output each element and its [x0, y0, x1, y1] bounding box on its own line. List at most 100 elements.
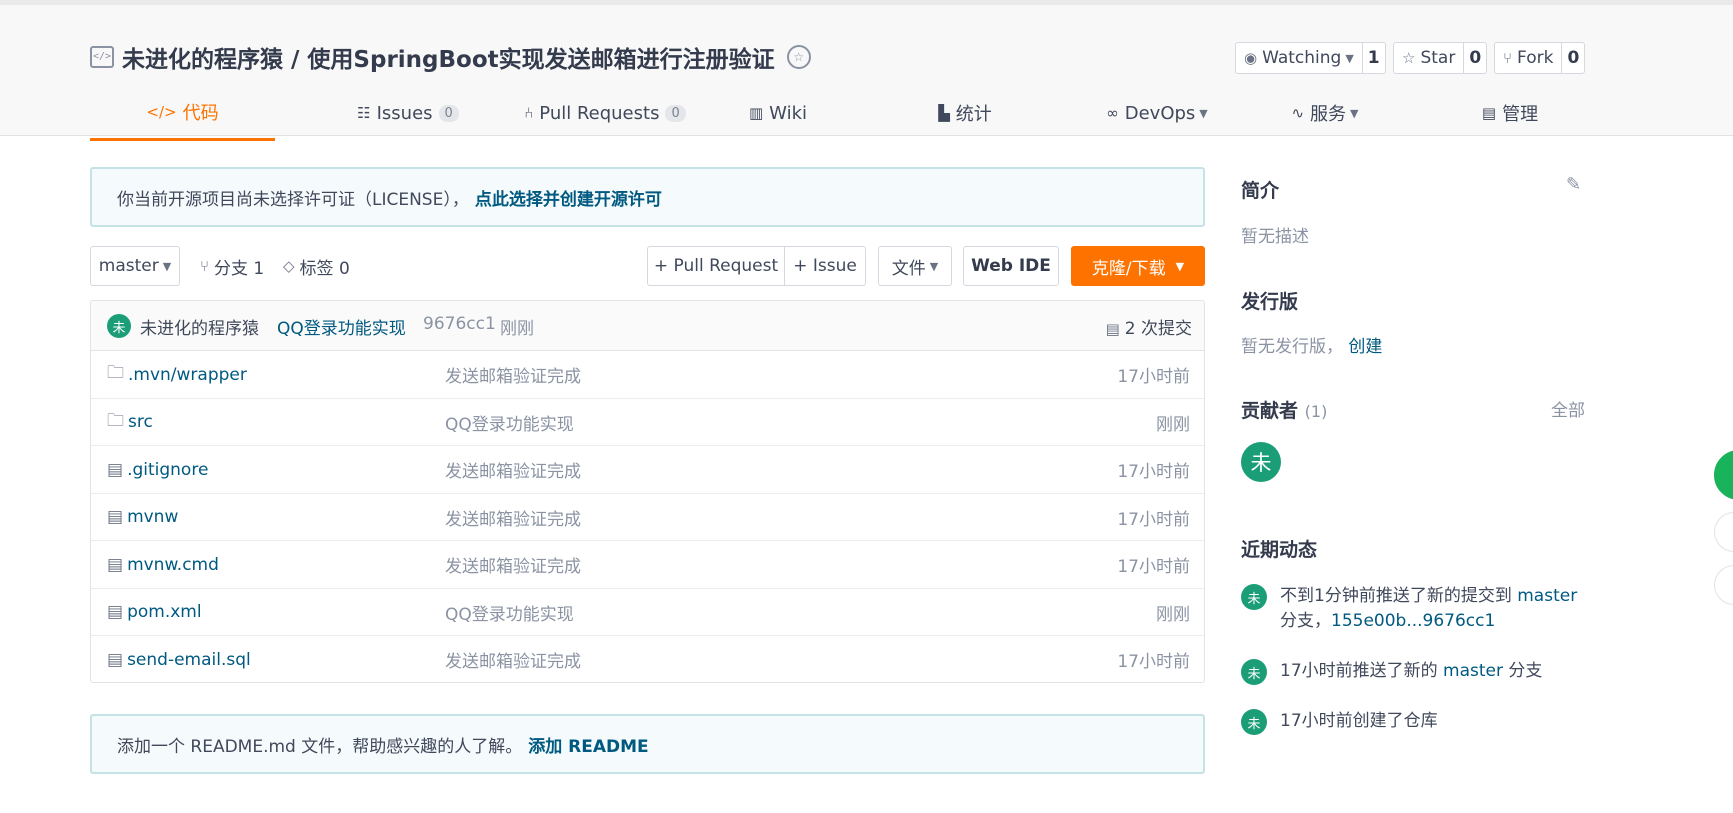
star-button[interactable]: ☆ Star: [1394, 43, 1463, 73]
chevron-down-icon: ▼: [162, 259, 172, 273]
activity-item: 未 17小时前创建了仓库: [1241, 709, 1438, 735]
activity-item: 未 不到1分钟前推送了新的提交到 master 分支，155e00b...967…: [1241, 584, 1577, 634]
tab-pull-requests[interactable]: ⑃ Pull Requests 0: [480, 85, 730, 141]
branch-link[interactable]: master: [1517, 586, 1577, 606]
commit-message-link[interactable]: QQ登录功能实现: [277, 314, 406, 339]
code-icon: </>: [146, 102, 177, 121]
last-commit-bar: 未 未进化的程序猿 QQ登录功能实现 9676cc1 刚刚 ▤ 2 次提交: [91, 301, 1204, 351]
avatar[interactable]: 未: [1241, 584, 1267, 610]
table-row: ▤ mvnw 发送邮箱验证完成 17小时前: [91, 494, 1204, 541]
contributor-avatar[interactable]: 未: [1241, 442, 1281, 482]
file-name-link[interactable]: ▤ pom.xml: [107, 589, 202, 636]
star-count[interactable]: 0: [1463, 43, 1486, 73]
fork-button[interactable]: ⑂ Fork: [1495, 43, 1561, 73]
star-button-group[interactable]: ☆ Star 0: [1393, 42, 1488, 74]
file-commit-time: 17小时前: [1117, 509, 1190, 530]
watch-button-group[interactable]: ◉ Watching ▼ 1: [1235, 42, 1386, 74]
add-readme-link[interactable]: 添加 README: [528, 732, 648, 757]
tab-stats[interactable]: ▙ 统计: [905, 85, 1025, 141]
table-row: ▤ .gitignore 发送邮箱验证完成 17小时前: [91, 446, 1204, 494]
chevron-down-icon: ▼: [1199, 106, 1208, 120]
repo-tabs: </> 代码 ☷ Issues 0 ⑃ Pull Requests 0 ▥ Wiki ▙ 统计…: [90, 85, 1590, 141]
branch-select[interactable]: master ▼: [90, 246, 180, 286]
branch-link[interactable]: master: [1443, 661, 1503, 681]
commit-hash-link[interactable]: 9676cc1: [423, 314, 496, 334]
fork-button-group[interactable]: ⑂ Fork 0: [1494, 42, 1586, 74]
floating-help-button[interactable]: [1714, 450, 1733, 500]
file-commit-time: 刚刚: [1156, 604, 1190, 625]
commit-author-link[interactable]: 未进化的程序猿: [140, 314, 259, 339]
avatar[interactable]: 未: [107, 314, 131, 338]
tab-wiki[interactable]: ▥ Wiki: [718, 85, 838, 141]
tab-issues[interactable]: ☷ Issues 0: [308, 85, 508, 141]
file-commit-message[interactable]: 发送邮箱验证完成: [445, 446, 581, 493]
pull-requests-count-badge: 0: [665, 104, 686, 122]
tab-services[interactable]: ∿ 服务 ▼: [1260, 85, 1390, 141]
create-license-link[interactable]: 点此选择并创建开源许可: [475, 185, 662, 210]
file-commit-time: 17小时前: [1117, 462, 1190, 482]
new-pull-request-button[interactable]: + Pull Request: [647, 246, 785, 286]
license-notice: 你当前开源项目尚未选择许可证（LICENSE）， 点此选择并创建开源许可: [90, 167, 1205, 227]
fork-count[interactable]: 0: [1561, 43, 1584, 73]
repo-name-link[interactable]: 未进化的程序猿 / 使用SpringBoot实现发送邮箱进行注册验证: [122, 40, 775, 74]
file-name-link[interactable]: 🗀 .mvn/wrapper: [107, 351, 247, 398]
chevron-down-icon: ▼: [1350, 106, 1359, 120]
floating-feedback-button[interactable]: [1714, 512, 1733, 552]
watch-button[interactable]: ◉ Watching ▼: [1236, 43, 1362, 73]
file-commit-time: 17小时前: [1117, 652, 1190, 672]
chevron-down-icon: ▼: [929, 259, 939, 273]
infinity-icon: ∞: [1106, 104, 1119, 122]
create-release-link[interactable]: 创建: [1348, 337, 1382, 357]
commits-count-link[interactable]: ▤ 2 次提交: [1106, 314, 1192, 339]
file-icon: ▤: [107, 554, 124, 575]
file-commit-message[interactable]: 发送邮箱验证完成: [445, 636, 581, 682]
file-commit-message[interactable]: 发送邮箱验证完成: [445, 541, 581, 588]
chart-icon: ▙: [938, 104, 950, 122]
web-ide-button[interactable]: Web IDE: [963, 246, 1059, 286]
avatar[interactable]: 未: [1241, 709, 1267, 735]
folder-icon: 🗀: [107, 410, 124, 431]
release-text: 暂无发行版， 创建: [1241, 337, 1383, 357]
tab-devops[interactable]: ∞ DevOps ▼: [1072, 85, 1242, 141]
file-icon: ▤: [107, 459, 124, 480]
tab-manage[interactable]: ▤ 管理: [1450, 85, 1570, 141]
file-menu-button[interactable]: 文件 ▼: [878, 246, 952, 286]
readme-notice: 添加一个 README.md 文件，帮助感兴趣的人了解。 添加 README: [90, 714, 1205, 774]
table-row: 🗀 .mvn/wrapper 发送邮箱验证完成 17小时前: [91, 351, 1204, 399]
all-contributors-link[interactable]: 全部: [1551, 396, 1585, 421]
new-issue-button[interactable]: + Issue: [784, 246, 866, 286]
file-list: 未 未进化的程序猿 QQ登录功能实现 9676cc1 刚刚 ▤ 2 次提交 🗀 .m…: [90, 300, 1205, 683]
pulse-icon: ∿: [1291, 104, 1305, 122]
file-commit-message[interactable]: QQ登录功能实现: [445, 589, 574, 636]
clone-download-button[interactable]: 克隆/下载 ▼: [1071, 246, 1205, 286]
file-name-link[interactable]: 🗀 src: [107, 399, 153, 446]
edit-icon[interactable]: ✎: [1566, 174, 1581, 195]
branches-link[interactable]: ⑂ 分支 1: [200, 246, 264, 286]
table-row: 🗀 src QQ登录功能实现 刚刚: [91, 399, 1204, 446]
avatar[interactable]: 未: [1241, 659, 1267, 685]
table-row: ▤ send-email.sql 发送邮箱验证完成 17小时前: [91, 636, 1204, 682]
file-name-link[interactable]: ▤ mvnw.cmd: [107, 541, 219, 588]
branch-icon: ⑂: [200, 257, 210, 275]
floating-doc-button[interactable]: [1714, 565, 1733, 605]
file-icon: ▤: [107, 602, 124, 622]
file-name-link[interactable]: ▤ .gitignore: [107, 446, 208, 493]
license-notice-text: 你当前开源项目尚未选择许可证（LICENSE），: [117, 189, 469, 210]
recommend-badge-icon[interactable]: ☆: [786, 45, 811, 69]
intro-heading: 简介: [1241, 180, 1280, 202]
tab-code[interactable]: </> 代码: [90, 85, 275, 141]
eye-icon: ◉: [1244, 49, 1258, 67]
commit-log-icon: ▤: [1105, 320, 1120, 338]
file-commit-message[interactable]: 发送邮箱验证完成: [445, 351, 581, 398]
file-name-link[interactable]: ▤ mvnw: [107, 494, 178, 541]
file-commit-time: 17小时前: [1117, 367, 1190, 387]
file-commit-message[interactable]: 发送邮箱验证完成: [445, 494, 581, 541]
file-icon: ▤: [107, 507, 124, 527]
tags-link[interactable]: ◇ 标签 0: [283, 246, 350, 286]
activity-item: 未 17小时前推送了新的 master 分支: [1241, 659, 1542, 685]
compare-link[interactable]: 155e00b...9676cc1: [1331, 611, 1495, 631]
file-commit-message[interactable]: QQ登录功能实现: [445, 399, 574, 446]
watch-count[interactable]: 1: [1361, 43, 1385, 73]
file-name-link[interactable]: ▤ send-email.sql: [107, 636, 251, 682]
file-commit-time: 刚刚: [1156, 414, 1190, 435]
